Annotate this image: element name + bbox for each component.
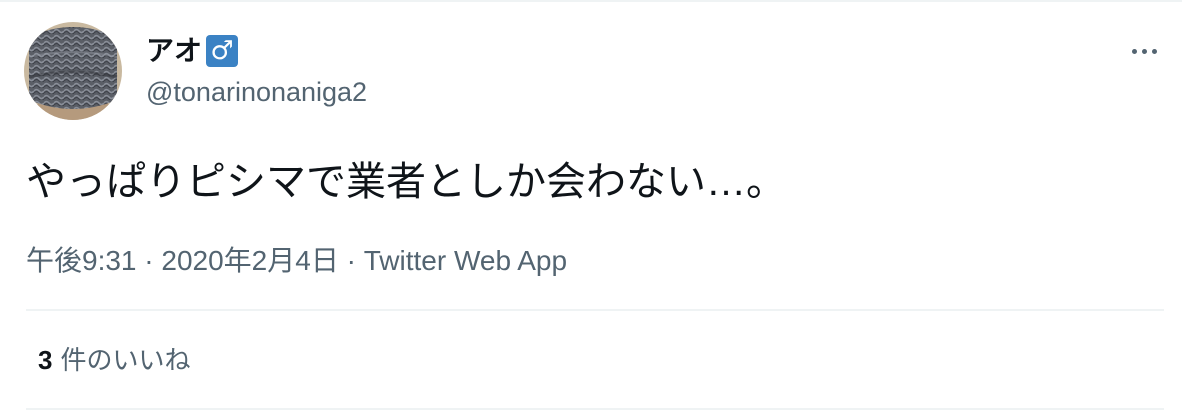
display-name[interactable]: アオ: [146, 34, 202, 68]
top-border: [0, 0, 1182, 2]
male-sign-emoji: ♂: [206, 35, 239, 67]
more-options-button[interactable]: [1124, 36, 1164, 66]
tweet-date[interactable]: 2020年2月4日: [161, 245, 338, 276]
more-options-icon-dot: [1141, 48, 1147, 54]
more-options-icon-dot: [1151, 48, 1157, 54]
divider: [26, 408, 1164, 410]
meta-separator: ·: [346, 245, 356, 276]
more-options-icon: [1131, 48, 1137, 54]
likes-label: 件のいいね: [60, 345, 191, 375]
divider: [26, 309, 1164, 311]
tweet-text: やっぱりピシマで業者としか会わない…。: [26, 160, 786, 204]
likes-link[interactable]: 3 件のいいね: [38, 343, 190, 377]
tweet-source[interactable]: Twitter Web App: [364, 245, 567, 276]
name-row: アオ ♂: [146, 34, 239, 68]
avatar-image: [24, 22, 122, 120]
user-handle[interactable]: @tonarinonaniga2: [146, 76, 367, 108]
likes-count: 3: [38, 345, 53, 375]
tweet-meta: 午後9:31 · 2020年2月4日 · Twitter Web App: [26, 243, 567, 279]
tweet-card: アオ ♂ @tonarinonaniga2 やっぱりピシマで業者としか会わない……: [0, 0, 1182, 411]
tweet-time[interactable]: 午後9:31: [26, 245, 137, 276]
avatar[interactable]: [24, 22, 122, 120]
meta-separator: ·: [144, 245, 154, 276]
